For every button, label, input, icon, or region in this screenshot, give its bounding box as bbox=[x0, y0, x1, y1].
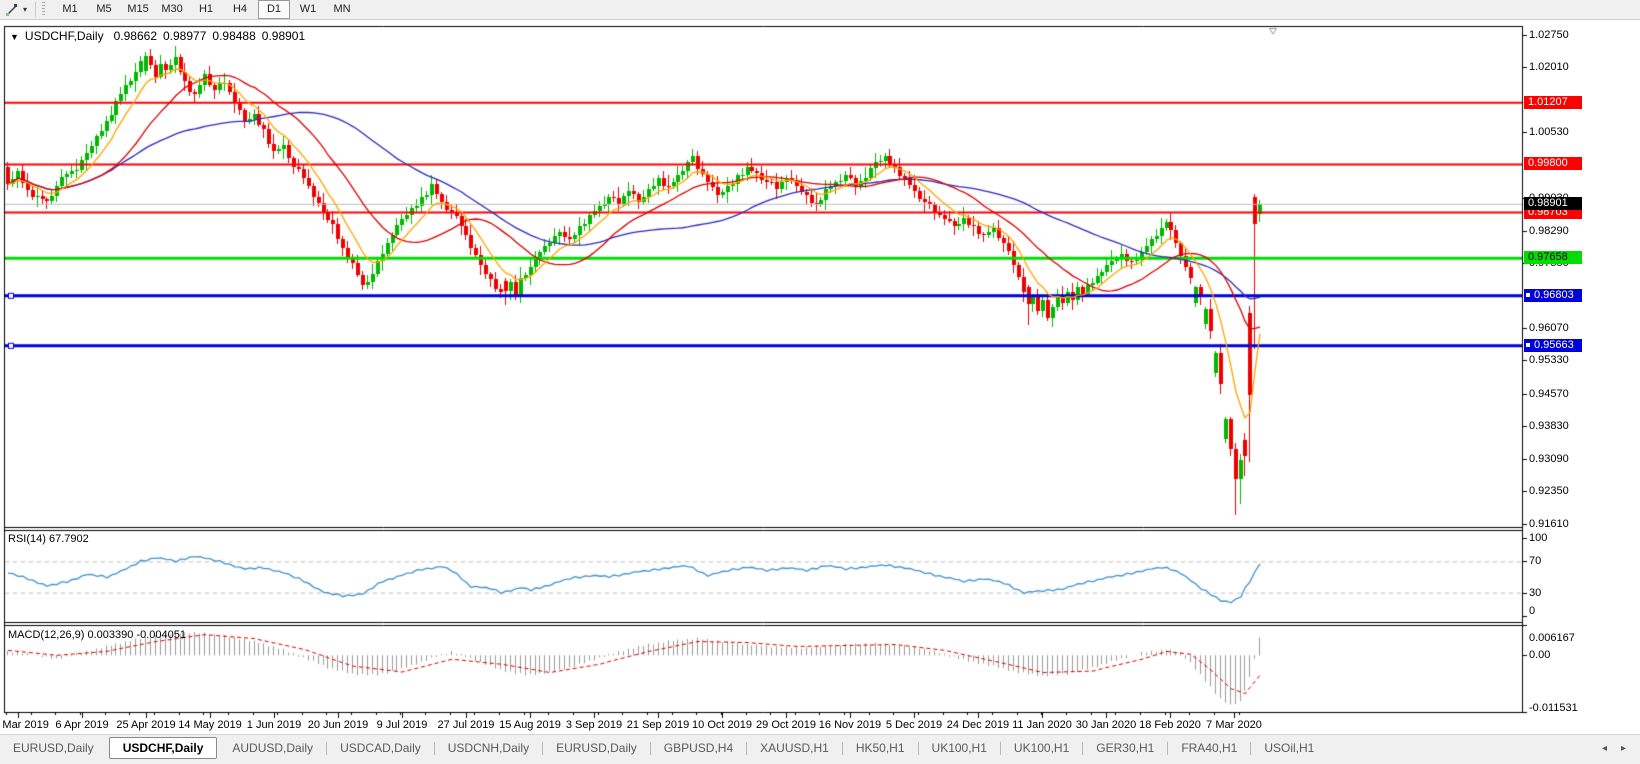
timeframe-button-m15[interactable]: M15 bbox=[122, 0, 154, 19]
chart-tab-ger30-h1-11[interactable]: GER30,H1 bbox=[1083, 737, 1167, 759]
chart-tab-usdcnh-daily-4[interactable]: USDCNH,Daily bbox=[435, 737, 542, 759]
macd-main-value: 0.003390 bbox=[87, 629, 133, 641]
price-axis-tick: 0.96070 bbox=[1529, 322, 1629, 334]
status-bar bbox=[0, 760, 1640, 764]
support-price-chip[interactable]: 0.95663 bbox=[1524, 339, 1582, 352]
price-axis-tick: 0.93830 bbox=[1529, 420, 1629, 432]
timeframe-button-d1[interactable]: D1 bbox=[258, 0, 290, 19]
rsi-title: RSI(14) bbox=[8, 533, 46, 545]
chart-tab-xauusd-h1-7[interactable]: XAUUSD,H1 bbox=[747, 737, 842, 759]
line-handle-icon[interactable] bbox=[1525, 342, 1531, 348]
toolbar: ▾ M1M5M15M30H1H4D1W1MN bbox=[0, 0, 1640, 20]
mt4-window: ▾ M1M5M15M30H1H4D1W1MN ▼ USDCHF,Daily 0.98… bbox=[0, 0, 1640, 764]
chart-tab-uk100-h1-10[interactable]: UK100,H1 bbox=[1001, 737, 1082, 759]
rsi-axis-tick: 30 bbox=[1529, 587, 1629, 599]
timeframe-buttons: M1M5M15M30H1H4D1W1MN bbox=[53, 0, 359, 19]
chart-tab-usdchf-daily-1[interactable]: USDCHF,Daily bbox=[109, 737, 218, 759]
resistance-price-chip[interactable]: 1.01207 bbox=[1524, 96, 1582, 109]
cursor-tool-dropdown-icon[interactable]: ▾ bbox=[23, 5, 27, 14]
macd-axis-tick: 0.00 bbox=[1529, 649, 1629, 661]
rsi-axis-tick: 0 bbox=[1529, 605, 1629, 617]
timeframe-button-w1[interactable]: W1 bbox=[292, 0, 324, 19]
cursor-tool-icon[interactable] bbox=[2, 1, 22, 18]
rsi-value: 67.7902 bbox=[49, 533, 89, 545]
symbol-dropdown-icon[interactable]: ▼ bbox=[10, 32, 19, 42]
date-axis-label: 7 Mar 2020 bbox=[1194, 719, 1274, 731]
chart-tab-uk100-h1-9[interactable]: UK100,H1 bbox=[919, 737, 1000, 759]
chart-header: ▼ USDCHF,Daily 0.98662 0.98977 0.98488 0.9890… bbox=[10, 29, 311, 43]
timeframe-button-h1[interactable]: H1 bbox=[190, 0, 222, 19]
symbol-title: USDCHF,Daily bbox=[25, 29, 104, 43]
timeframe-button-m5[interactable]: M5 bbox=[88, 0, 120, 19]
line-handle-icon[interactable] bbox=[1525, 292, 1531, 298]
price-axis-tick: 1.00530 bbox=[1529, 126, 1629, 138]
chart-tab-eurusd-daily-0[interactable]: EURUSD,Daily bbox=[0, 737, 107, 759]
toolbar-separator bbox=[35, 2, 36, 17]
chart-tab-fra40-h1-12[interactable]: FRA40,H1 bbox=[1168, 737, 1250, 759]
ohlc-open: 0.98662 bbox=[114, 29, 157, 43]
timeframe-button-mn[interactable]: MN bbox=[326, 0, 358, 19]
macd-axis-tick: -0.011531 bbox=[1529, 702, 1629, 714]
rsi-axis-tick: 100 bbox=[1529, 532, 1629, 544]
price-axis-tick: 0.92350 bbox=[1529, 485, 1629, 497]
chart-tab-usoil-h1-13[interactable]: USOil,H1 bbox=[1251, 737, 1327, 759]
support-price-chip[interactable]: 0.97658 bbox=[1524, 251, 1582, 264]
timeframe-button-h4[interactable]: H4 bbox=[224, 0, 256, 19]
symbol-tabbar: EURUSD,DailyUSDCHF,DailyAUDUSD,DailyUSDC… bbox=[0, 734, 1640, 761]
price-axis-tick: 0.93090 bbox=[1529, 453, 1629, 465]
timeframe-button-m30[interactable]: M30 bbox=[156, 0, 188, 19]
macd-axis-tick: 0.006167 bbox=[1529, 632, 1629, 644]
price-axis-tick: 0.98290 bbox=[1529, 225, 1629, 237]
rsi-label: RSI(14) 67.7902 bbox=[8, 533, 89, 545]
macd-label: MACD(12,26,9) 0.003390 -0.004051 bbox=[8, 629, 186, 641]
chart-tab-usdcad-daily-3[interactable]: USDCAD,Daily bbox=[327, 737, 434, 759]
chart-tab-eurusd-daily-5[interactable]: EURUSD,Daily bbox=[543, 737, 650, 759]
toolbar-grip[interactable] bbox=[42, 2, 45, 17]
price-axis-tick: 0.91610 bbox=[1529, 518, 1629, 530]
chart-tab-hk50-h1-8[interactable]: HK50,H1 bbox=[843, 737, 918, 759]
rsi-axis-tick: 70 bbox=[1529, 555, 1629, 567]
macd-title: MACD(12,26,9) bbox=[8, 629, 84, 641]
chart-tab-gbpusd-h4-6[interactable]: GBPUSD,H4 bbox=[651, 737, 746, 759]
price-axis-tick: 1.02010 bbox=[1529, 61, 1629, 73]
price-axis-tick: 0.94570 bbox=[1529, 388, 1629, 400]
tabbar-scroll-right-icon[interactable]: ▸ bbox=[1621, 743, 1626, 754]
ohlc-low: 0.98488 bbox=[212, 29, 255, 43]
timeframe-button-m1[interactable]: M1 bbox=[54, 0, 86, 19]
chart-canvas[interactable] bbox=[0, 0, 1640, 764]
tabbar-scroll-left-icon[interactable]: ◂ bbox=[1602, 743, 1607, 754]
price-axis-tick: 0.95330 bbox=[1529, 354, 1629, 366]
ohlc-close: 0.98901 bbox=[262, 29, 305, 43]
chart-tab-audusd-daily-2[interactable]: AUDUSD,Daily bbox=[219, 737, 326, 759]
ohlc-high: 0.98977 bbox=[163, 29, 206, 43]
macd-signal-value: -0.004051 bbox=[136, 629, 186, 641]
price-axis-tick: 1.02750 bbox=[1529, 29, 1629, 41]
current-price-chip: 0.98901 bbox=[1524, 197, 1582, 210]
support-price-chip[interactable]: 0.96803 bbox=[1524, 289, 1582, 302]
resistance-price-chip[interactable]: 0.99800 bbox=[1524, 157, 1582, 170]
